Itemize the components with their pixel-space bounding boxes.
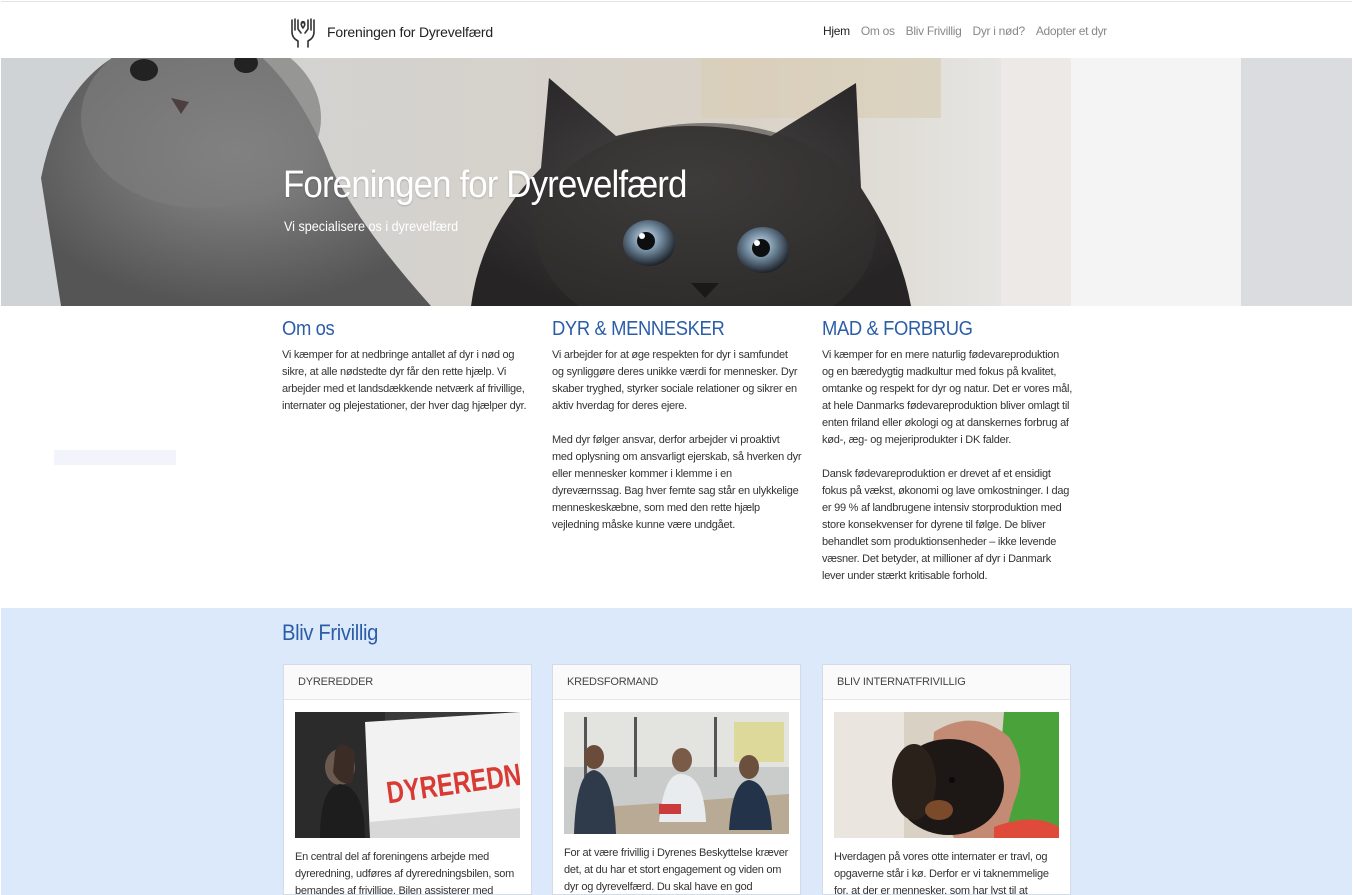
hero-title: Foreningen for Dyrevelfærd bbox=[283, 164, 687, 206]
animals-people-text-1: Vi arbejder for at øge respekten for dyr… bbox=[552, 349, 798, 412]
nav-home[interactable]: Hjem bbox=[823, 24, 850, 38]
hands-heart-icon bbox=[291, 18, 315, 48]
card-shelter-volunteer[interactable]: BLIV INTERNATFRIVILLIG Hverdagen på vore… bbox=[822, 664, 1071, 895]
ghost-widget bbox=[54, 450, 176, 465]
meeting-image bbox=[564, 712, 789, 834]
intro-animals-people: DYR & MENNESKER Vi arbejder for at øge r… bbox=[552, 318, 802, 551]
volunteer-title: Bliv Frivillig bbox=[282, 620, 379, 645]
nav-adopt[interactable]: Adopter et dyr bbox=[1036, 24, 1107, 38]
rescue-van-image: DYREREDNING bbox=[295, 712, 520, 838]
animals-people-text-2: Med dyr følger ansvar, derfor arbejder v… bbox=[552, 434, 802, 531]
intro-food-consumption: MAD & FORBRUG Vi kæmper for en mere natu… bbox=[822, 318, 1072, 602]
nav-animals-in-need[interactable]: Dyr i nød? bbox=[972, 24, 1025, 38]
card-animal-rescuer[interactable]: DYREREDDER DYREREDNING En central del af… bbox=[283, 664, 532, 895]
card-text: Hverdagen på vores otte internater er tr… bbox=[834, 851, 1049, 895]
site-header: Foreningen for Dyrevelfærd Hjem Om os Bl… bbox=[1, 1, 1352, 58]
card-heading: KREDSFORMAND bbox=[553, 665, 800, 700]
food-heading: MAD & FORBRUG bbox=[822, 318, 973, 340]
main-nav: Hjem Om os Bliv Frivillig Dyr i nød? Ado… bbox=[823, 24, 1107, 38]
brand-name: Foreningen for Dyrevelfærd bbox=[327, 24, 493, 40]
card-heading: BLIV INTERNATFRIVILLIG bbox=[823, 665, 1070, 700]
about-heading: Om os bbox=[282, 318, 335, 340]
card-text: For at være frivillig i Dyrenes Beskytte… bbox=[564, 847, 789, 893]
puppy-hug-image bbox=[834, 712, 1059, 838]
nav-volunteer[interactable]: Bliv Frivillig bbox=[906, 24, 962, 38]
hero-subtitle: Vi specialisere os i dyrevelfærd bbox=[284, 218, 459, 234]
intro-about: Om os Vi kæmper for at nedbringe antalle… bbox=[282, 318, 532, 432]
card-text: En central del af foreningens arbejde me… bbox=[295, 851, 515, 895]
animals-people-heading: DYR & MENNESKER bbox=[552, 318, 725, 340]
food-text-2: Dansk fødevareproduktion er drevet af et… bbox=[822, 468, 1070, 582]
hero-banner: Foreningen for Dyrevelfærd Vi specialise… bbox=[1, 58, 1352, 306]
food-text-1: Vi kæmper for en mere naturlig fødevarep… bbox=[822, 349, 1073, 446]
nav-about[interactable]: Om os bbox=[861, 24, 895, 38]
card-district-chair[interactable]: KREDSFORMAND For at være frivillig i Dyr… bbox=[552, 664, 801, 895]
card-heading: DYREREDDER bbox=[284, 665, 531, 700]
brand-link[interactable]: Foreningen for Dyrevelfærd bbox=[288, 16, 493, 48]
about-text: Vi kæmper for at nedbringe antallet af d… bbox=[282, 349, 527, 412]
